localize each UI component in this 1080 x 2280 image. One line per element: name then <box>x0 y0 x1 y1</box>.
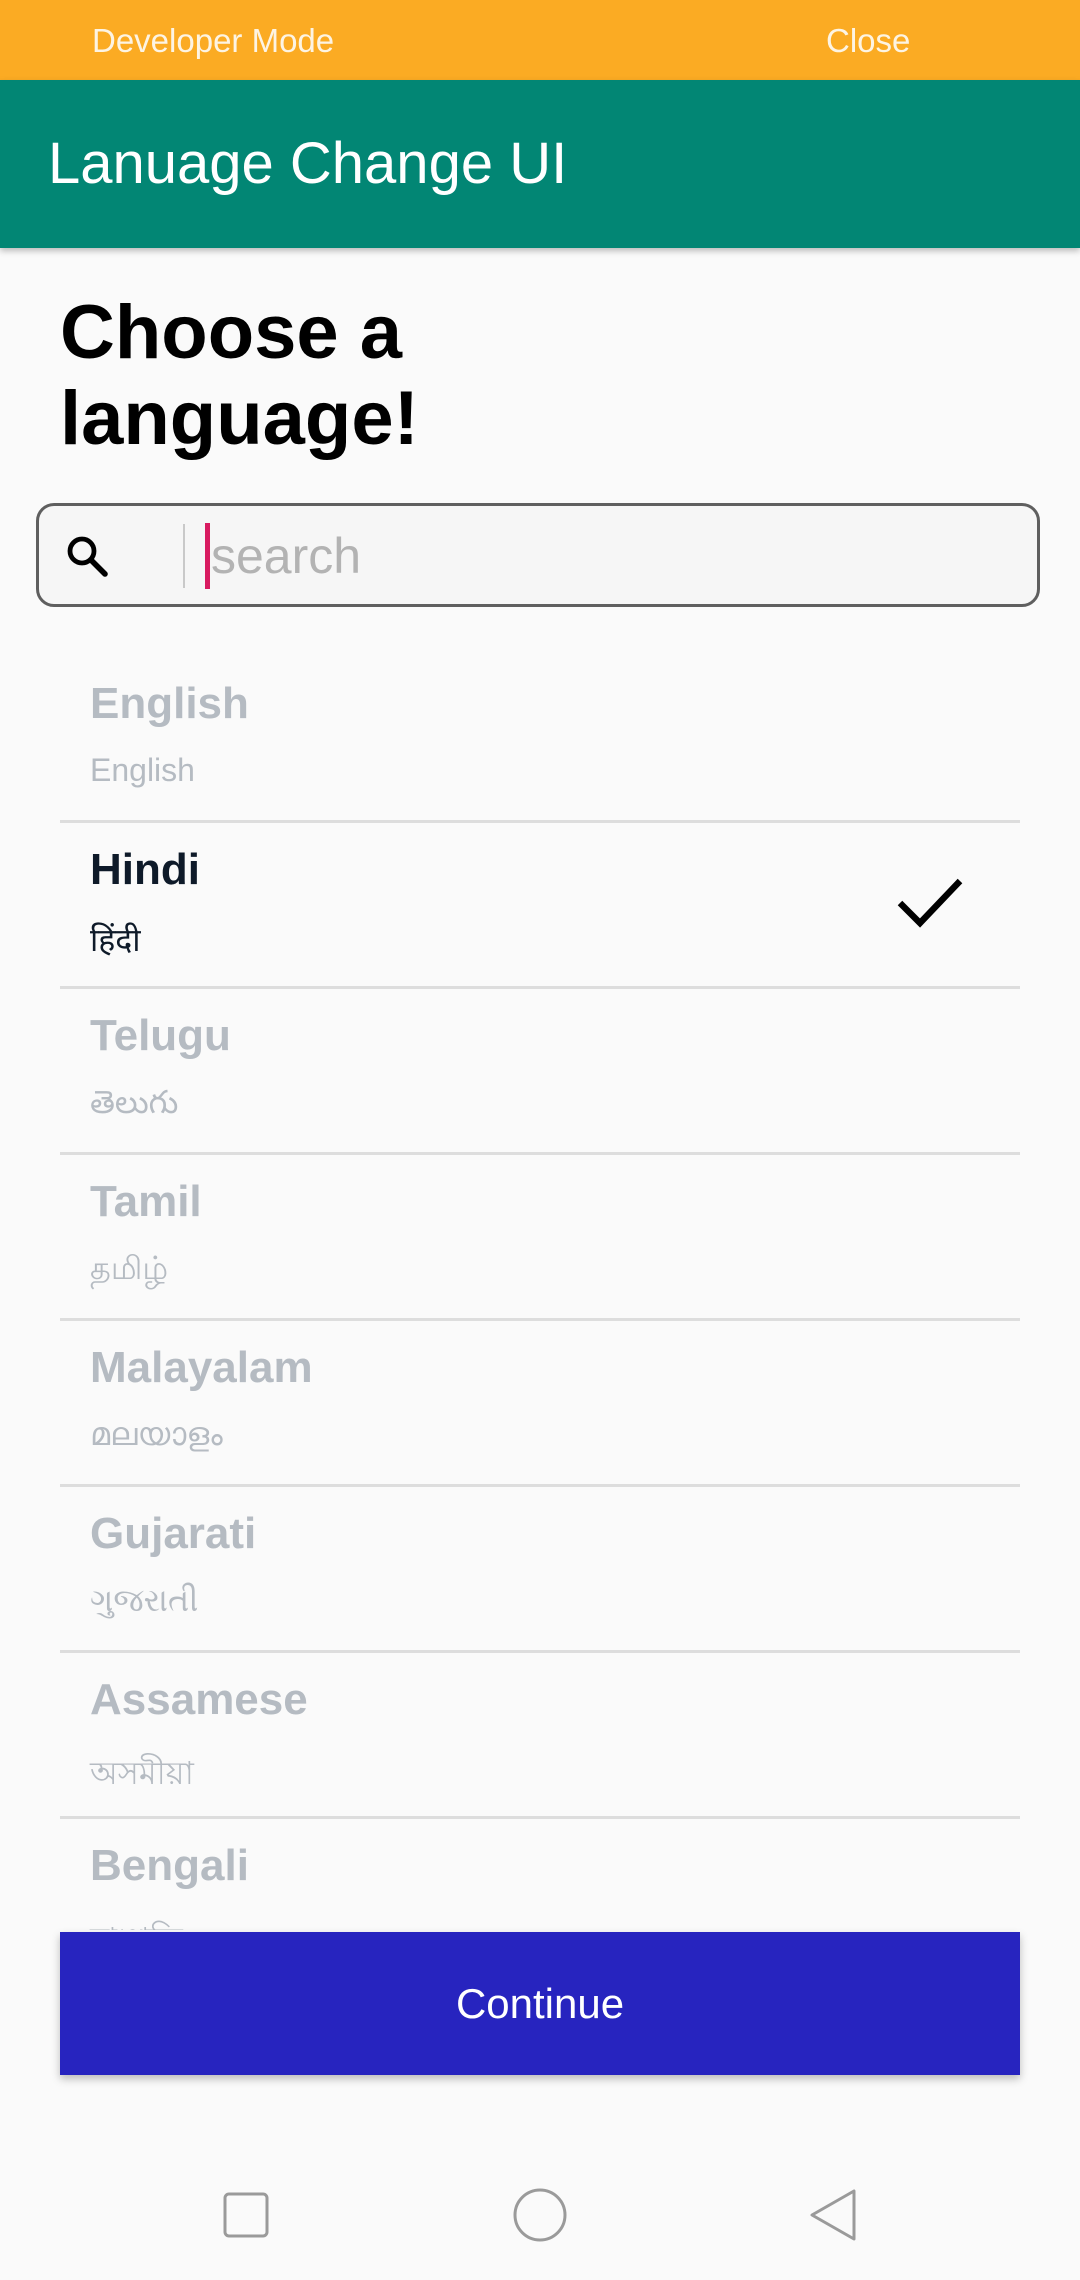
language-name: Malayalam <box>90 1343 313 1392</box>
language-name: Bengali <box>90 1841 249 1890</box>
language-native-name: தமிழ் <box>90 1250 169 1286</box>
language-name: Tamil <box>90 1177 202 1226</box>
language-name: Gujarati <box>90 1509 257 1558</box>
circle-icon[interactable] <box>510 2185 570 2245</box>
language-native-name: ગુજરાતી <box>90 1582 199 1618</box>
app-bar: Lanuage Change UI <box>0 80 1080 248</box>
list-item-hindi[interactable]: Hindi हिंदी <box>60 823 1020 989</box>
search-input[interactable] <box>205 516 1011 596</box>
developer-mode-close-button[interactable]: Close <box>826 0 910 80</box>
triangle-back-icon[interactable] <box>804 2185 864 2245</box>
check-icon <box>897 878 963 928</box>
language-native-name: বাঙালি <box>90 1914 183 1930</box>
search-divider <box>183 524 185 588</box>
list-item-bengali[interactable]: Bengali বাঙালি <box>60 1819 1020 1930</box>
language-name: Hindi <box>90 845 200 894</box>
language-name: English <box>90 679 249 728</box>
language-native-name: English <box>90 752 195 788</box>
app-title: Lanuage Change UI <box>48 131 568 196</box>
list-item-telugu[interactable]: Telugu తెలుగు <box>60 989 1020 1155</box>
list-item-english[interactable]: English English <box>60 657 1020 823</box>
language-native-name: অসমীয়া <box>90 1755 194 1791</box>
developer-mode-bar: Developer Mode Close <box>0 0 1080 80</box>
page-title: Choose a language! <box>60 290 419 461</box>
list-item-assamese[interactable]: Assamese অসমীয়া <box>60 1653 1020 1819</box>
language-native-name: తెలుగు <box>90 1084 179 1120</box>
language-name: Telugu <box>90 1011 231 1060</box>
square-icon[interactable] <box>216 2185 276 2245</box>
list-item-tamil[interactable]: Tamil தமிழ் <box>60 1155 1020 1321</box>
language-native-name: മലയാളം <box>90 1416 223 1452</box>
language-native-name: हिंदी <box>90 922 141 958</box>
list-item-malayalam[interactable]: Malayalam മലയാളം <box>60 1321 1020 1487</box>
search-box[interactable] <box>36 503 1040 607</box>
search-icon <box>67 536 108 577</box>
continue-button[interactable]: Continue <box>60 1932 1020 2075</box>
system-navigation-bar <box>0 2150 1080 2280</box>
developer-mode-label: Developer Mode <box>92 22 335 59</box>
language-name: Assamese <box>90 1675 308 1724</box>
language-list[interactable]: English English Hindi हिंदी Telugu తెలుగ… <box>60 657 1020 1930</box>
list-item-gujarati[interactable]: Gujarati ગુજરાતી <box>60 1487 1020 1653</box>
